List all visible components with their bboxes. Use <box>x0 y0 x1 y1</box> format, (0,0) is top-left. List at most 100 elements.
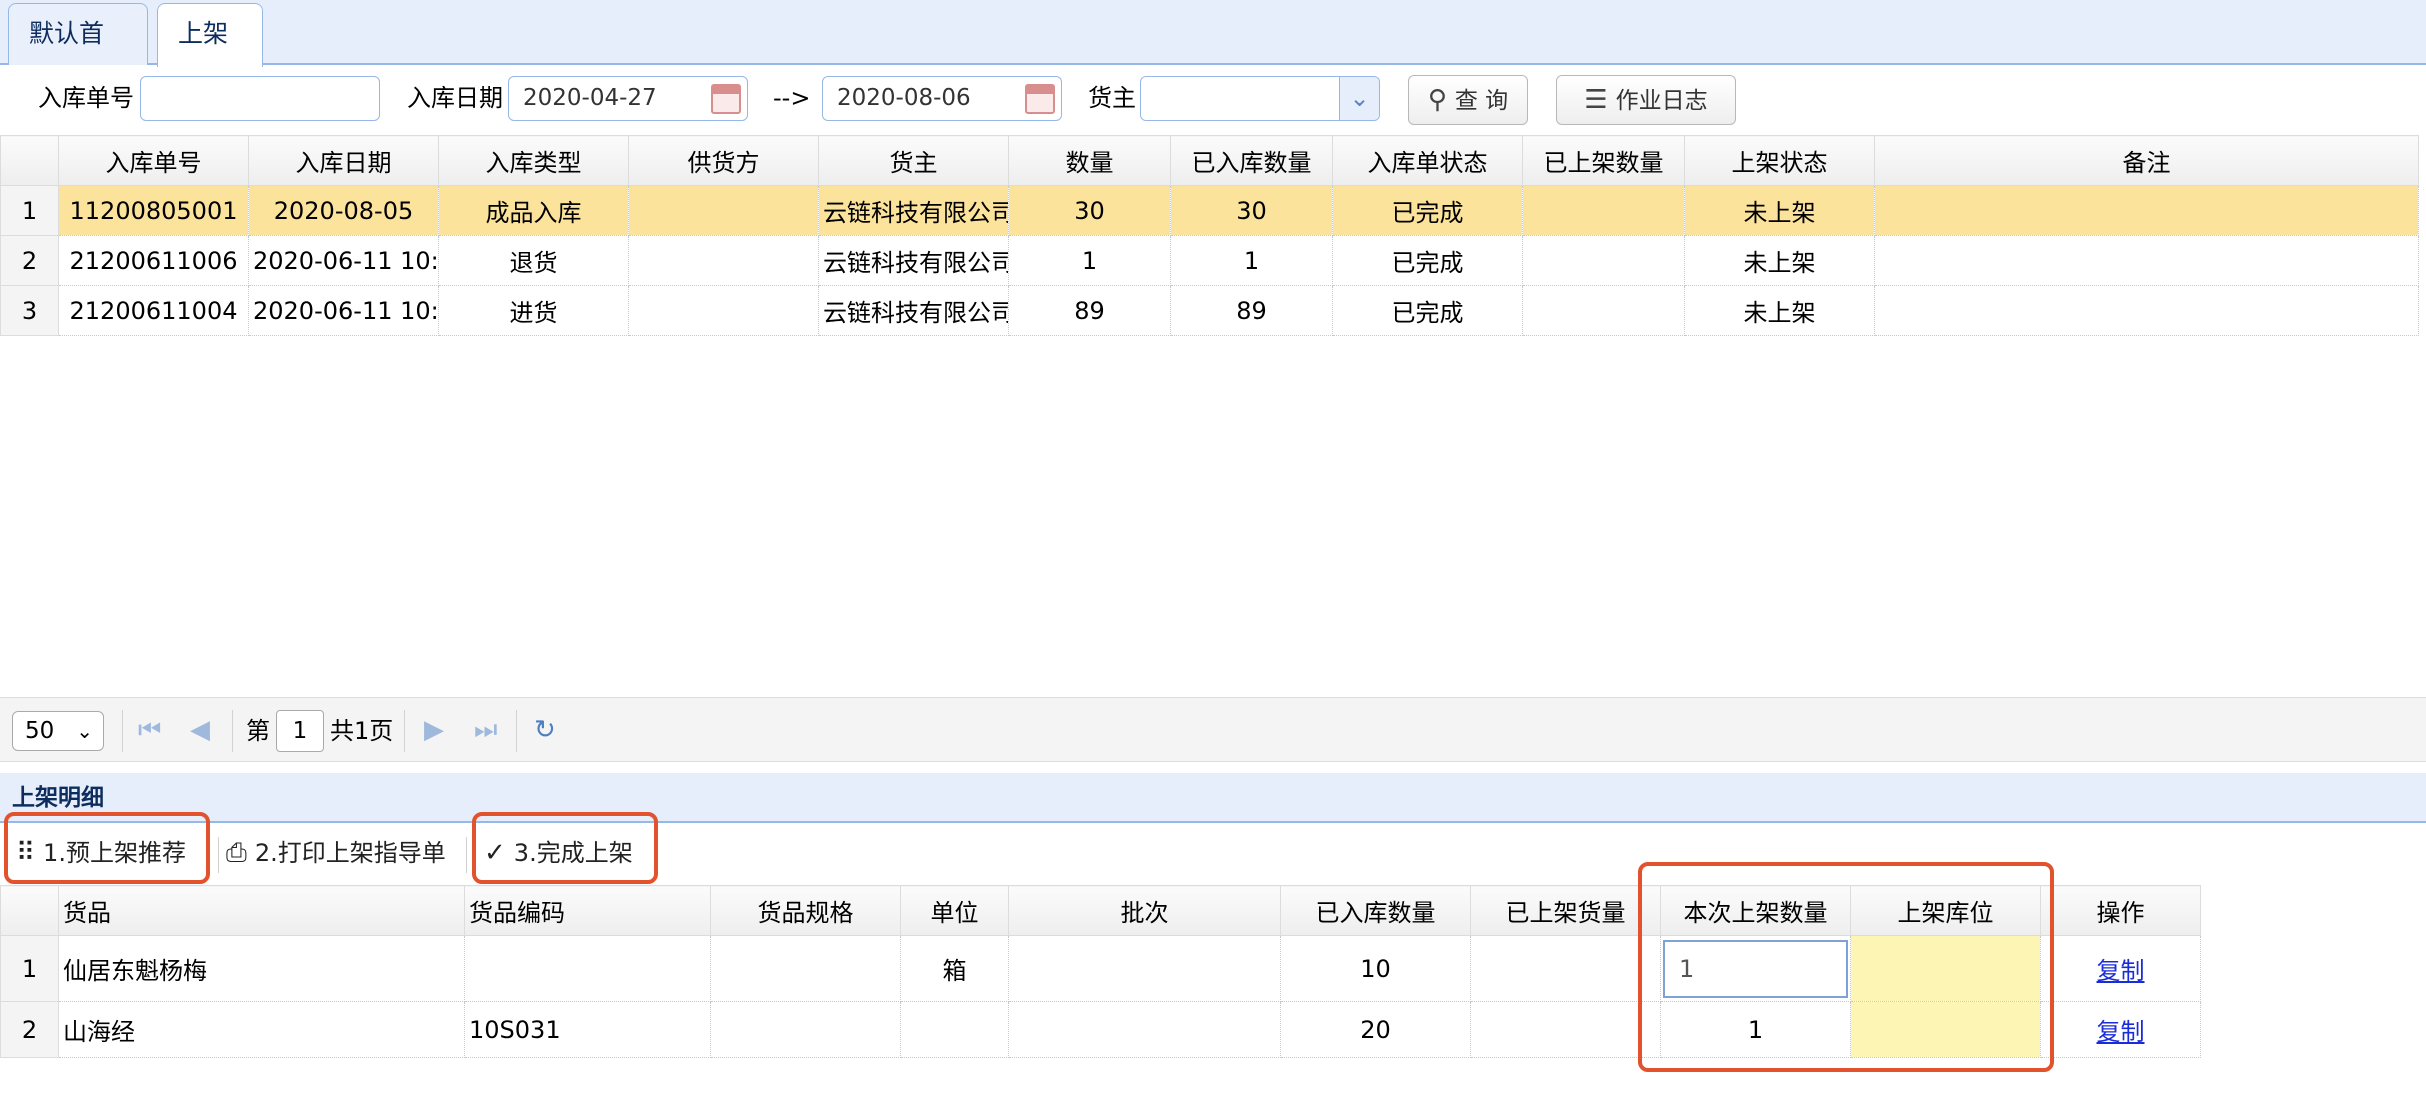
work-log-button-label: 作业日志 <box>1615 88 1708 114</box>
calendar-icon[interactable] <box>711 84 741 114</box>
page-total: 共1页 <box>330 717 394 745</box>
cell-shelved-qty <box>1470 1001 1661 1058</box>
column-header[interactable]: 货品 <box>58 885 465 936</box>
row-number: 2 <box>0 235 59 286</box>
column-header[interactable]: 货品规格 <box>710 885 901 936</box>
page-size-select[interactable]: 50 ⌄ <box>12 711 104 751</box>
column-header[interactable]: 已上架货量 <box>1470 885 1661 936</box>
search-bar: 入库单号 入库日期 2020-04-27 --> 2020-08-06 货主 ⌄… <box>0 67 2426 133</box>
copy-link[interactable]: 复制 <box>2097 957 2145 985</box>
copy-link[interactable]: 复制 <box>2097 1018 2145 1046</box>
cell-owner: 云链科技有限公司 <box>818 285 1009 336</box>
page-number-input[interactable]: 1 <box>276 710 324 752</box>
last-page-icon[interactable]: ⏭ <box>474 714 497 746</box>
cell-owner: 云链科技有限公司 <box>818 235 1009 286</box>
column-header[interactable]: 入库日期 <box>248 135 439 186</box>
cell-received-qty: 1 <box>1170 235 1333 286</box>
cell-goods: 山海经 <box>58 1001 465 1058</box>
cell-remark <box>1874 235 2419 286</box>
column-header[interactable]: 已上架数量 <box>1522 135 1685 186</box>
cell-order-status: 已完成 <box>1332 285 1523 336</box>
print-label: 2.打印上架指导单 <box>254 839 446 867</box>
date-label: 入库日期 <box>407 84 503 112</box>
cell-supplier <box>628 185 819 236</box>
column-header[interactable]: 已入库数量 <box>1280 885 1471 936</box>
column-header[interactable]: 上架状态 <box>1684 135 1875 186</box>
column-header[interactable]: 数量 <box>1008 135 1171 186</box>
page-size-value: 50 <box>25 718 55 744</box>
divider <box>218 837 219 873</box>
date-from-input[interactable]: 2020-04-27 <box>508 76 748 121</box>
column-header[interactable]: 货品编码 <box>464 885 711 936</box>
tab-default-home[interactable]: 默认首页 <box>8 3 148 108</box>
print-guide-button[interactable]: ⎙ 2.打印上架指导单 <box>226 835 446 871</box>
divider <box>404 710 405 752</box>
tab-shelving[interactable]: 上架× <box>157 3 263 107</box>
chevron-down-icon[interactable]: ⌄ <box>1339 77 1379 120</box>
chevron-down-icon: ⌄ <box>76 719 93 743</box>
cell-quantity: 89 <box>1008 285 1171 336</box>
cell-shelved-qty <box>1470 935 1661 1002</box>
column-header[interactable]: 备注 <box>1874 135 2419 186</box>
query-button-label: 查 询 <box>1454 88 1509 114</box>
column-header[interactable]: 货主 <box>818 135 1009 186</box>
cell-date: 2020-06-11 10:57 <box>248 235 439 286</box>
owner-select[interactable]: ⌄ <box>1140 76 1380 121</box>
owner-label: 货主 <box>1088 84 1136 112</box>
cell-goods: 仙居东魁杨梅 <box>58 935 465 1002</box>
column-header[interactable]: 单位 <box>900 885 1009 936</box>
row-number: 1 <box>0 185 59 236</box>
prev-page-icon[interactable]: ◀ <box>190 714 210 746</box>
cell-received-qty: 20 <box>1280 1001 1471 1058</box>
divider <box>516 710 517 752</box>
column-header[interactable]: 入库单状态 <box>1332 135 1523 186</box>
table-row[interactable]: 3 21200611004 2020-06-11 10:57 进货 云链科技有限… <box>0 285 2419 336</box>
refresh-icon[interactable]: ↻ <box>534 714 556 746</box>
highlight-box-recommend <box>4 812 210 884</box>
cell-shelving-status: 未上架 <box>1684 235 1875 286</box>
cell-owner: 云链科技有限公司 <box>818 185 1009 236</box>
cell-order-status: 已完成 <box>1332 235 1523 286</box>
page-prefix: 第 <box>246 717 270 745</box>
date-to-input[interactable]: 2020-08-06 <box>822 76 1062 121</box>
work-log-button[interactable]: ☰ 作业日志 <box>1556 75 1736 125</box>
cell-date: 2020-06-11 10:57 <box>248 285 439 336</box>
cell-shelving-status: 未上架 <box>1684 285 1875 336</box>
cell-batch <box>1008 1001 1281 1058</box>
column-header[interactable]: 供货方 <box>628 135 819 186</box>
divider <box>466 837 467 873</box>
cell-quantity: 1 <box>1008 235 1171 286</box>
first-page-icon[interactable]: ⏮ <box>138 714 161 746</box>
column-header[interactable]: 操作 <box>2040 885 2201 936</box>
cell-supplier <box>628 235 819 286</box>
pagination-bar: 50 ⌄ ⏮ ◀ 第 1 共1页 ▶ ⏭ ↻ <box>0 697 2426 762</box>
cell-shelving-status: 未上架 <box>1684 185 1875 236</box>
cell-order-no: 21200611004 <box>58 285 249 336</box>
cell-type: 进货 <box>438 285 629 336</box>
date-from-value: 2020-04-27 <box>523 85 657 111</box>
cell-type: 退货 <box>438 235 629 286</box>
column-header[interactable]: 入库类型 <box>438 135 629 186</box>
query-button[interactable]: ⚲ 查 询 <box>1408 75 1528 125</box>
cell-supplier <box>628 285 819 336</box>
table-row[interactable]: 2 21200611006 2020-06-11 10:57 退货 云链科技有限… <box>0 235 2419 286</box>
tab-bar: 默认首页 上架× <box>0 0 2426 108</box>
table-header: 入库单号 入库日期 入库类型 供货方 货主 数量 已入库数量 入库单状态 已上架… <box>0 135 2419 186</box>
column-header[interactable]: 已入库数量 <box>1170 135 1333 186</box>
cell-goods-spec <box>710 1001 901 1058</box>
order-no-input[interactable] <box>140 76 380 121</box>
cell-goods-code: 10S031 <box>464 1001 711 1058</box>
cell-shelved-qty <box>1522 235 1685 286</box>
column-header[interactable]: 入库单号 <box>58 135 249 186</box>
highlight-box-complete <box>472 812 658 884</box>
cell-received-qty: 10 <box>1280 935 1471 1002</box>
table-row[interactable]: 1 11200805001 2020-08-05 成品入库 云链科技有限公司 3… <box>0 185 2419 236</box>
printer-icon: ⎙ <box>226 838 247 868</box>
cell-order-status: 已完成 <box>1332 185 1523 236</box>
cell-action: 复制 <box>2040 1001 2201 1058</box>
cell-unit <box>900 1001 1009 1058</box>
column-header[interactable]: 批次 <box>1008 885 1281 936</box>
next-page-icon[interactable]: ▶ <box>424 714 444 746</box>
calendar-icon[interactable] <box>1025 84 1055 114</box>
divider <box>122 710 123 752</box>
